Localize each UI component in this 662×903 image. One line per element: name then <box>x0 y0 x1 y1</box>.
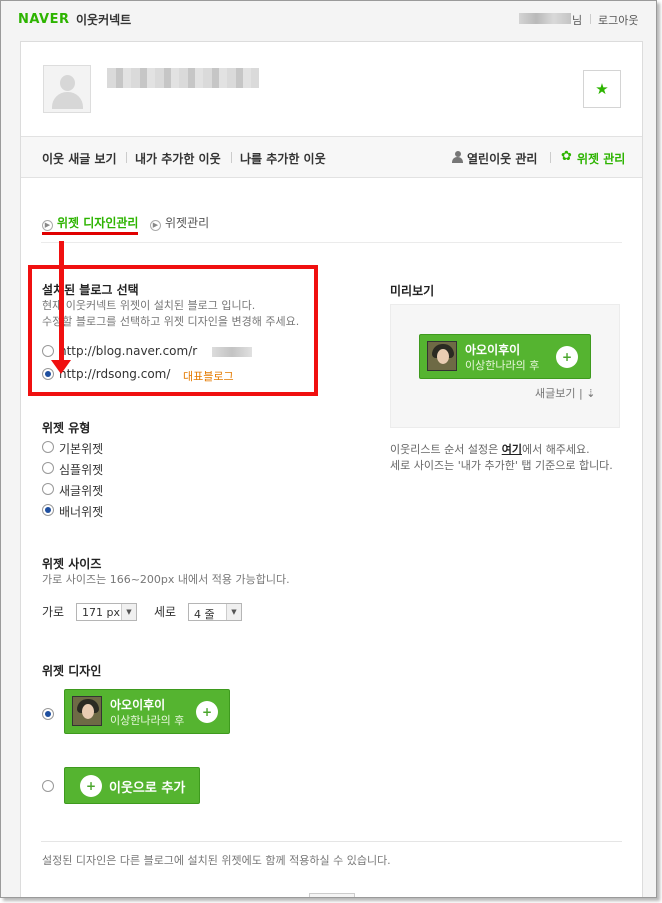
username-redacted <box>519 13 571 24</box>
divider <box>41 841 622 842</box>
widget-size-title: 위젯 사이즈 <box>42 557 102 571</box>
main-nav: 이웃 새글 보기 내가 추가한 이웃 나를 추가한 이웃 열린이웃 관리 ✿ 위… <box>21 136 642 178</box>
tab-widget-design[interactable]: ▶ 위젯 디자인관리 <box>42 214 138 231</box>
profile-section: ★ <box>21 42 642 136</box>
annotation-arrow <box>59 241 64 361</box>
widget-type-banner[interactable]: 배너위젯 <box>42 503 162 519</box>
nav-added-me[interactable]: 나를 추가한 이웃 <box>240 150 326 167</box>
bottom-handle <box>309 893 355 897</box>
star-icon: ★ <box>595 80 609 98</box>
height-label: 세로 <box>154 605 177 619</box>
widget-type-simple[interactable]: 심플위젯 <box>42 461 162 477</box>
preview-banner[interactable]: 아오이후이 이상한나라의 후 + <box>419 334 591 379</box>
main-card: ★ 이웃 새글 보기 내가 추가한 이웃 나를 추가한 이웃 열린이웃 관리 ✿… <box>20 41 643 897</box>
nav-open-manage[interactable]: 열린이웃 관리 <box>467 150 537 167</box>
blog-thumbnail <box>427 341 457 371</box>
divider <box>590 14 591 24</box>
widget-size-desc: 가로 사이즈는 166~200px 내에서 적용 가능합니다. <box>42 573 290 586</box>
radio-button[interactable] <box>42 462 54 474</box>
widget-design-title: 위젯 디자인 <box>42 664 102 678</box>
add-person-icon: + <box>80 775 102 797</box>
user-suffix: 님 <box>572 14 583 27</box>
logout-link[interactable]: 로그아웃 <box>598 12 638 28</box>
radio-button-selected[interactable] <box>42 708 54 720</box>
service-title[interactable]: 이웃커넥트 <box>76 11 131 28</box>
width-select[interactable]: 171 px ▼ <box>76 603 137 621</box>
nav-widget-manage[interactable]: 위젯 관리 <box>577 150 625 167</box>
width-label: 가로 <box>42 605 65 619</box>
tab-widget-manage[interactable]: ▶ 위젯관리 <box>150 214 209 231</box>
naver-logo[interactable]: NAVER <box>18 12 70 27</box>
annotation-underline <box>42 232 138 235</box>
preview-title: 미리보기 <box>390 284 435 298</box>
radio-button[interactable] <box>42 780 54 792</box>
preview-note: 이웃리스트 순서 설정은 여기에서 해주세요. 세로 사이즈는 '내가 추가한'… <box>390 443 613 472</box>
profile-name-redacted <box>107 68 259 88</box>
annotation-highlight-box <box>28 265 318 396</box>
annotation-arrow-head <box>51 360 71 374</box>
circle-arrow-icon: ▶ <box>150 220 161 231</box>
design-option-button[interactable] <box>42 779 56 795</box>
nav-divider <box>126 152 127 163</box>
gear-icon: ✿ <box>561 149 572 164</box>
nav-new-posts[interactable]: 이웃 새글 보기 <box>42 150 117 167</box>
avatar-body-icon <box>52 92 83 109</box>
avatar-head-icon <box>60 75 75 91</box>
avatar <box>43 65 91 113</box>
widget-type-newpost[interactable]: 새글위젯 <box>42 482 162 498</box>
banner-widget-option[interactable]: 아오이후이 이상한나라의 후 + <box>64 689 230 734</box>
height-select[interactable]: 4 줄 ▼ <box>188 603 242 621</box>
design-option-banner[interactable] <box>42 707 56 723</box>
widget-type-basic[interactable]: 기본위젯 <box>42 440 162 456</box>
divider <box>41 242 622 243</box>
chevron-down-icon: ▼ <box>121 604 136 620</box>
blog-thumbnail <box>72 696 102 726</box>
widget-type-title: 위젯 유형 <box>42 421 91 435</box>
radio-button[interactable] <box>42 483 54 495</box>
radio-button-selected[interactable] <box>42 504 54 516</box>
add-person-icon: + <box>196 701 218 723</box>
nav-my-added[interactable]: 내가 추가한 이웃 <box>135 150 221 167</box>
person-icon <box>452 151 463 163</box>
favorite-button[interactable]: ★ <box>583 70 621 108</box>
add-neighbor-button[interactable]: + 이웃으로 추가 <box>64 767 200 804</box>
app-window: NAVER 이웃커넥트 님 로그아웃 ★ 이웃 새글 보기 내가 추가한 이웃 … <box>0 0 657 898</box>
nav-divider <box>550 152 551 163</box>
top-bar: NAVER 이웃커넥트 님 로그아웃 <box>1 1 656 39</box>
new-posts-link[interactable]: 새글보기 | ⇣ <box>535 385 595 401</box>
add-person-icon: + <box>556 346 578 368</box>
nav-divider <box>231 152 232 163</box>
radio-button[interactable] <box>42 441 54 453</box>
download-arrow-icon: ⇣ <box>586 387 596 400</box>
order-settings-link[interactable]: 여기 <box>502 443 522 456</box>
footer-note: 설정된 디자인은 다른 블로그에 설치된 위젯에도 함께 적용하실 수 있습니다… <box>42 854 391 867</box>
chevron-down-icon: ▼ <box>226 604 241 620</box>
circle-arrow-icon: ▶ <box>42 220 53 231</box>
